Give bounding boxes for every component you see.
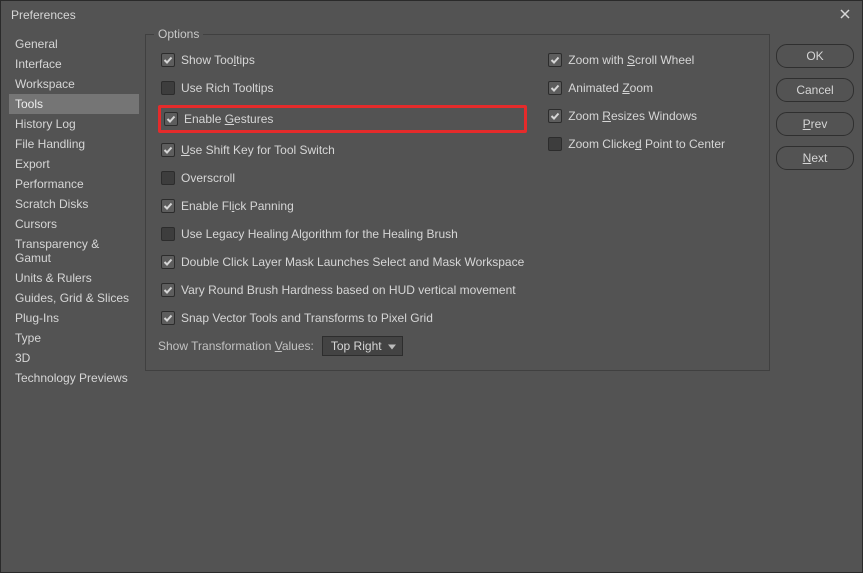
checkbox[interactable] (161, 283, 175, 297)
checkbox[interactable] (161, 227, 175, 241)
option-row[interactable]: Zoom Resizes Windows (545, 105, 757, 127)
close-icon (840, 9, 850, 19)
options-group: Options Show TooltipsUse Rich TooltipsEn… (145, 34, 770, 371)
checkbox[interactable] (161, 199, 175, 213)
checkbox-label: Zoom Clicked Point to Center (568, 135, 725, 153)
option-row[interactable]: Use Rich Tooltips (158, 77, 527, 99)
show-transform-values-select[interactable]: Top Right (322, 336, 403, 356)
checkbox[interactable] (161, 171, 175, 185)
checkbox-label: Show Tooltips (181, 51, 255, 69)
sidebar-item-interface[interactable]: Interface (9, 54, 139, 74)
checkbox-label: Zoom with Scroll Wheel (568, 51, 694, 69)
prev-button[interactable]: Prev (776, 112, 854, 136)
sidebar-item-export[interactable]: Export (9, 154, 139, 174)
sidebar-item-history-log[interactable]: History Log (9, 114, 139, 134)
option-row[interactable]: Enable Gestures (158, 105, 527, 133)
option-row[interactable]: Use Legacy Healing Algorithm for the Hea… (158, 223, 527, 245)
check-icon (163, 201, 173, 211)
sidebar-item-general[interactable]: General (9, 34, 139, 54)
check-icon (163, 257, 173, 267)
check-icon (163, 313, 173, 323)
checkbox[interactable] (161, 311, 175, 325)
checkbox-label: Use Legacy Healing Algorithm for the Hea… (181, 225, 458, 243)
sidebar-item-guides-grid-slices[interactable]: Guides, Grid & Slices (9, 288, 139, 308)
check-icon (163, 55, 173, 65)
sidebar-item-technology-previews[interactable]: Technology Previews (9, 368, 139, 388)
checkbox[interactable] (164, 112, 178, 126)
cancel-button[interactable]: Cancel (776, 78, 854, 102)
checkbox-label: Overscroll (181, 169, 235, 187)
show-transform-values-row: Show Transformation Values: Top Right (158, 336, 403, 356)
dialog-body: GeneralInterfaceWorkspaceToolsHistory Lo… (1, 28, 862, 572)
sidebar: GeneralInterfaceWorkspaceToolsHistory Lo… (9, 34, 139, 564)
sidebar-item-plug-ins[interactable]: Plug-Ins (9, 308, 139, 328)
check-icon (550, 83, 560, 93)
titlebar: Preferences (1, 1, 862, 28)
option-row[interactable]: Enable Flick Panning (158, 195, 527, 217)
options-column-right: Zoom with Scroll Wheel Animated Zoom Zoom … (545, 49, 757, 329)
sidebar-item-scratch-disks[interactable]: Scratch Disks (9, 194, 139, 214)
sidebar-item-performance[interactable]: Performance (9, 174, 139, 194)
window-title: Preferences (11, 8, 76, 22)
option-row[interactable]: Overscroll (158, 167, 527, 189)
check-icon (163, 145, 173, 155)
check-icon (166, 114, 176, 124)
option-row[interactable]: Animated Zoom (545, 77, 757, 99)
next-button[interactable]: Next (776, 146, 854, 170)
sidebar-item-file-handling[interactable]: File Handling (9, 134, 139, 154)
checkbox[interactable] (161, 53, 175, 67)
checkbox[interactable] (161, 143, 175, 157)
check-icon (550, 111, 560, 121)
checkbox-label: Enable Gestures (184, 110, 273, 128)
options-columns: Show Tooltips Use Rich Tooltips Enable Ges… (158, 49, 757, 329)
options-group-label: Options (154, 27, 203, 41)
dialog-buttons: OK Cancel Prev Next (776, 34, 854, 564)
checkbox-label: Snap Vector Tools and Transforms to Pixe… (181, 309, 433, 327)
checkbox[interactable] (548, 81, 562, 95)
sidebar-item-3d[interactable]: 3D (9, 348, 139, 368)
checkbox-label: Zoom Resizes Windows (568, 107, 697, 125)
checkbox-label: Vary Round Brush Hardness based on HUD v… (181, 281, 516, 299)
sidebar-item-tools[interactable]: Tools (9, 94, 139, 114)
checkbox[interactable] (548, 53, 562, 67)
checkbox[interactable] (161, 255, 175, 269)
check-icon (550, 55, 560, 65)
ok-button[interactable]: OK (776, 44, 854, 68)
close-button[interactable] (836, 5, 854, 23)
option-row[interactable]: Double Click Layer Mask Launches Select … (158, 251, 527, 273)
option-row[interactable]: Show Tooltips (158, 49, 527, 71)
checkbox-label: Use Rich Tooltips (181, 79, 273, 97)
checkbox-label: Use Shift Key for Tool Switch (181, 141, 335, 159)
option-row[interactable]: Use Shift Key for Tool Switch (158, 139, 527, 161)
option-row[interactable]: Vary Round Brush Hardness based on HUD v… (158, 279, 527, 301)
show-transform-values-selected: Top Right (331, 339, 382, 353)
main-panel: Options Show TooltipsUse Rich TooltipsEn… (145, 34, 770, 564)
show-transform-values-label: Show Transformation Values: (158, 339, 314, 353)
sidebar-item-workspace[interactable]: Workspace (9, 74, 139, 94)
checkbox-label: Animated Zoom (568, 79, 653, 97)
option-row[interactable]: Zoom with Scroll Wheel (545, 49, 757, 71)
option-row[interactable]: Zoom Clicked Point to Center (545, 133, 757, 155)
checkbox-label: Enable Flick Panning (181, 197, 294, 215)
sidebar-item-type[interactable]: Type (9, 328, 139, 348)
checkbox-label: Double Click Layer Mask Launches Select … (181, 253, 524, 271)
sidebar-item-transparency-gamut[interactable]: Transparency & Gamut (9, 234, 139, 268)
sidebar-item-units-rulers[interactable]: Units & Rulers (9, 268, 139, 288)
checkbox[interactable] (548, 137, 562, 151)
option-row[interactable]: Snap Vector Tools and Transforms to Pixe… (158, 307, 527, 329)
checkbox[interactable] (161, 81, 175, 95)
checkbox[interactable] (548, 109, 562, 123)
options-column-left: Show Tooltips Use Rich Tooltips Enable Ges… (158, 49, 527, 329)
sidebar-item-cursors[interactable]: Cursors (9, 214, 139, 234)
check-icon (163, 285, 173, 295)
